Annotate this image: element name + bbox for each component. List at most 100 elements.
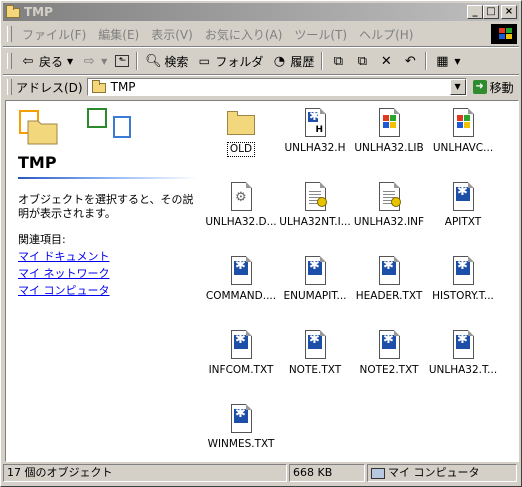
search-button[interactable]: 🔍︎ 検索	[141, 53, 192, 70]
go-label: 移動	[489, 80, 514, 95]
status-location: マイ コンピュータ	[367, 464, 517, 482]
file-label: UNLHA32.LIB	[354, 142, 424, 154]
file-item[interactable]: WINMES.TXT	[204, 397, 278, 457]
link-my-network[interactable]: マイ ネットワーク	[18, 265, 110, 282]
undo-icon: ↶	[404, 53, 416, 69]
address-label: アドレス(D)	[16, 80, 83, 95]
file-item[interactable]: UNLHA32.T...	[426, 323, 500, 383]
address-bar: アドレス(D) TMP ▼ ➜ 移動	[3, 76, 519, 98]
file-item[interactable]: OLD	[204, 101, 278, 161]
back-dropdown-icon[interactable]: ▼	[67, 57, 73, 66]
file-label: UNLHA32.H	[284, 142, 346, 154]
toolbar-grip[interactable]	[7, 79, 12, 95]
file-item[interactable]: H UNLHA32.H	[278, 101, 352, 161]
file-label: ENUMAPIT...	[283, 290, 347, 302]
file-label: APITXT	[444, 216, 482, 228]
file-item[interactable]: UNLHA32.LIB	[352, 101, 426, 161]
text-file-icon	[225, 255, 257, 287]
undo-button[interactable]: ↶	[398, 53, 422, 69]
file-item[interactable]: ⚙ UNLHA32.D...	[204, 175, 278, 235]
window-title: TMP	[24, 5, 53, 19]
toolbar-grip[interactable]	[7, 26, 12, 42]
text-file-icon	[373, 329, 405, 361]
address-input[interactable]: TMP ▼	[86, 78, 467, 96]
header-file-icon: H	[299, 107, 331, 139]
forward-dropdown-icon[interactable]: ▼	[101, 57, 107, 66]
status-location-label: マイ コンピュータ	[388, 466, 480, 479]
forward-arrow-icon: ⇨	[83, 53, 95, 69]
address-value: TMP	[110, 80, 136, 94]
close-button[interactable]: ×	[501, 5, 517, 19]
text-file-icon	[447, 329, 479, 361]
text-file-icon	[299, 329, 331, 361]
file-item[interactable]: NOTE.TXT	[278, 323, 352, 383]
delete-button[interactable]: ✕	[374, 53, 398, 69]
inf-file-icon	[299, 181, 331, 213]
folder-icon	[5, 5, 21, 19]
file-item[interactable]: UNLHA32.INF	[352, 175, 426, 235]
text-file-icon	[299, 255, 331, 287]
link-my-computer[interactable]: マイ コンピュータ	[18, 282, 110, 299]
history-label: 履歴	[290, 54, 315, 69]
minimize-button[interactable]: _	[467, 5, 483, 19]
views-button[interactable]: ▦ ▼	[430, 53, 464, 69]
file-label: OLD	[226, 142, 256, 157]
link-my-documents[interactable]: マイ ドキュメント	[18, 248, 110, 265]
file-item[interactable]: UNLHAVC...	[426, 101, 500, 161]
maximize-button[interactable]: □	[483, 5, 499, 19]
menu-tools[interactable]: ツール(T)	[288, 26, 353, 43]
file-item[interactable]: ULHA32NT.I...	[278, 175, 352, 235]
history-button[interactable]: ◔ 履歴	[267, 53, 318, 70]
delete-icon: ✕	[380, 53, 392, 69]
search-icon: 🔍︎	[145, 53, 162, 69]
file-label: NOTE2.TXT	[359, 364, 419, 376]
views-dropdown-icon[interactable]: ▼	[454, 57, 460, 66]
folder-banner-icon	[19, 108, 131, 145]
copy-to-icon: ⧉	[357, 53, 368, 69]
text-file-icon	[225, 403, 257, 435]
file-item[interactable]: ENUMAPIT...	[278, 249, 352, 309]
file-item[interactable]: APITXT	[426, 175, 500, 235]
file-item[interactable]: COMMAND....	[204, 249, 278, 309]
back-button[interactable]: ⇦ 戻る ▼	[16, 53, 77, 70]
file-label: HEADER.TXT	[355, 290, 423, 302]
go-arrow-icon: ➜	[472, 80, 487, 94]
library-file-icon	[447, 107, 479, 139]
file-item[interactable]: HEADER.TXT	[352, 249, 426, 309]
views-icon: ▦	[436, 53, 449, 69]
folders-button[interactable]: ▭ フォルダ	[192, 53, 267, 70]
folder-view[interactable]: TMP オブジェクトを選択すると、その説明が表示されます。 関連項目: マイ ド…	[5, 100, 519, 462]
dll-file-icon: ⚙	[225, 181, 257, 213]
menu-help[interactable]: ヘルプ(H)	[353, 26, 419, 43]
go-button[interactable]: ➜ 移動	[472, 79, 514, 96]
toolbar-grip[interactable]	[7, 53, 12, 69]
file-item[interactable]: HISTORY.T...	[426, 249, 500, 309]
panel-description: オブジェクトを選択すると、その説明が表示されます。	[18, 193, 194, 220]
menu-view[interactable]: 表示(V)	[145, 26, 199, 43]
folders-label: フォルダ	[215, 54, 264, 69]
file-label: UNLHA32.D...	[205, 216, 277, 228]
file-item[interactable]: NOTE2.TXT	[352, 323, 426, 383]
inf-file-icon	[373, 181, 405, 213]
file-icons-area: OLD H UNLHA32.H UNLHA32.LIB UNLHAVC... ⚙…	[204, 101, 518, 461]
explorer-window: TMP _ □ × ファイル(F) 編集(E) 表示(V) お気に入り(A) ツ…	[0, 0, 522, 487]
menu-edit[interactable]: 編集(E)	[92, 26, 145, 43]
library-file-icon	[373, 107, 405, 139]
toolbar-separator	[425, 52, 428, 70]
copy-to-button[interactable]: ⧉	[350, 53, 374, 69]
up-button[interactable]: ⬑	[111, 55, 133, 67]
forward-button[interactable]: ⇨ ▼	[77, 53, 111, 69]
menu-favorites[interactable]: お気に入り(A)	[199, 26, 289, 43]
title-bar[interactable]: TMP _ □ ×	[3, 3, 519, 21]
panel-title: TMP	[18, 153, 57, 172]
address-dropdown-button[interactable]: ▼	[449, 79, 466, 95]
move-to-button[interactable]: ⧉	[326, 53, 350, 69]
back-label: 戻る	[39, 54, 64, 69]
file-label: UNLHA32.T...	[428, 364, 498, 376]
menu-file[interactable]: ファイル(F)	[16, 26, 92, 43]
related-links: マイ ドキュメント マイ ネットワーク マイ コンピュータ	[18, 248, 110, 299]
menu-bar: ファイル(F) 編集(E) 表示(V) お気に入り(A) ツール(T) ヘルプ(…	[3, 23, 519, 45]
my-computer-icon	[371, 467, 385, 479]
toolbar-separator	[136, 52, 139, 70]
file-item[interactable]: INFCOM.TXT	[204, 323, 278, 383]
